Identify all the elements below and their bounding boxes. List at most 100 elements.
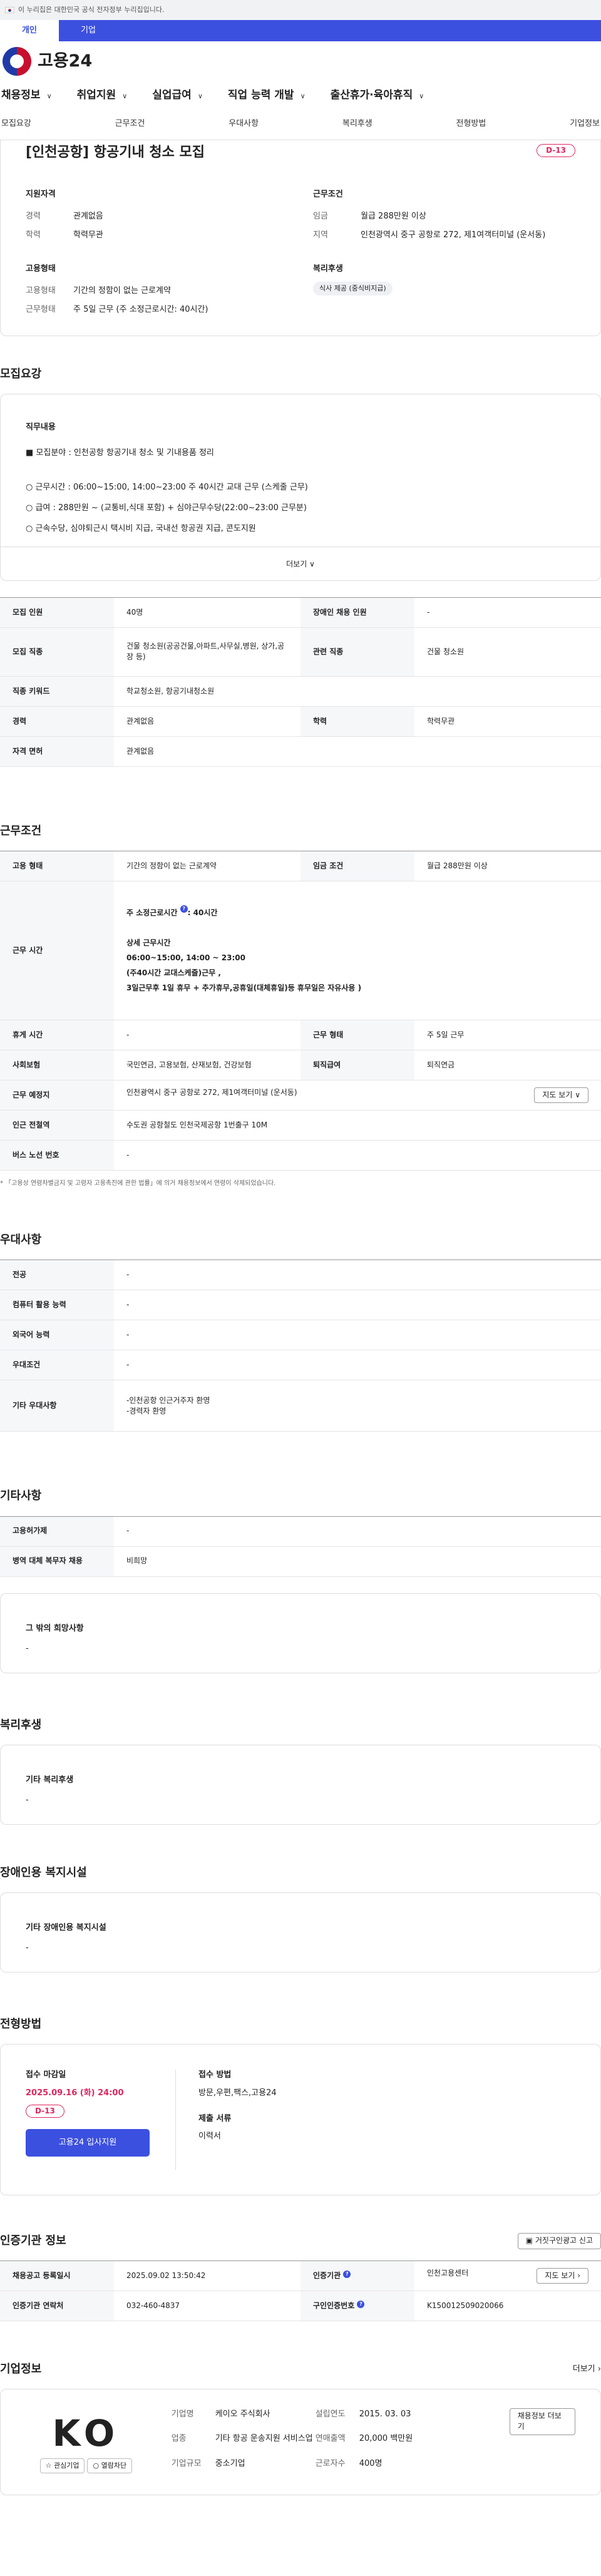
anchor-recruit[interactable]: 모집요강 (1, 118, 31, 130)
table-row: 인증기관 연락처 032-460-4837 구인인증번호 ? K15001250902… (0, 2291, 601, 2321)
value: 월급 288만원 이상 (361, 211, 426, 221)
info-icon[interactable]: ? (180, 905, 188, 913)
duty-line: ○ 급여 : 288만원 ~ (교통비,식대 포함) + 심야근무수당(22:0… (26, 503, 307, 513)
cond-heading: 근무조건 (313, 190, 343, 199)
company-box: KO ☆ 관심기업 ○ 열람차단 기업명 케이오 주식회사 설립연도 2015. 03.… (0, 2389, 601, 2496)
welfare-heading: 복리후생 (0, 1718, 42, 1732)
label: 경력 (26, 211, 41, 221)
etc-heading: 기타사항 (0, 1489, 42, 1503)
pref-heading: 우대사항 (0, 1233, 42, 1247)
block-button[interactable]: ○ 열람차단 (87, 2458, 133, 2473)
block-icon: ○ (93, 2461, 100, 2470)
table-row: 외국어 능력 - (0, 1320, 601, 1351)
nav-benefit[interactable]: 실업급여 ∨ (152, 88, 203, 103)
fav-button[interactable]: ☆ 관심기업 (39, 2458, 85, 2473)
disab-box: 기타 장애인용 복지시설 - (0, 1892, 601, 1973)
dday-badge: D-13 (537, 144, 575, 158)
summary-card: [인천공항] 항공기내 청소 모집 D-13 지원자격 경력 관계없음 학력 학력무… (0, 140, 601, 336)
anchor-company[interactable]: 기업정보 (570, 118, 600, 130)
anchor-welfare[interactable]: 복리후생 (342, 118, 372, 130)
company-more-link[interactable]: 더보기 › (573, 2364, 601, 2376)
table-row: 채용공고 등록일시 2025.09.02 13:50:42 인증기관 ? 인천고용센터… (0, 2260, 601, 2291)
apply-button[interactable]: 고용24 입사지원 (26, 2128, 150, 2157)
page-title: [인천공항] 항공기내 청소 모집 (26, 145, 205, 160)
nav-training[interactable]: 직업 능력 개발 ∨ (228, 88, 306, 103)
table-row: 컴퓨터 활용 능력 - (0, 1290, 601, 1321)
label: 근무형태 (26, 304, 56, 314)
emp-heading: 고용형태 (26, 264, 56, 274)
table-row: 휴게 시간 - 근무 형태 주 5일 근무 (0, 1020, 601, 1050)
nav-support[interactable]: 취업지원 ∨ (77, 88, 128, 103)
flag-icon (5, 7, 14, 13)
table-row: 우대조건 - (0, 1350, 601, 1381)
value: 기간의 정함이 없는 근로계약 (73, 285, 171, 295)
table-row: 버스 노선 번호 - (0, 1140, 601, 1171)
table-row: 자격 면허 관계없음 (0, 736, 601, 767)
table-row: 모집 직종 건물 청소원(공공건물,아파트,사무실,병원, 상가,공장 등) 관련 … (0, 627, 601, 677)
company-recruit-button[interactable]: 채용정보 더보기 (509, 2408, 575, 2435)
anchor-work[interactable]: 근무조건 (115, 118, 145, 130)
recruit-heading: 모집요강 (0, 367, 42, 381)
tab-personal[interactable]: 개인 (0, 20, 59, 41)
star-icon: ☆ (45, 2461, 52, 2470)
disab-heading: 장애인용 복지시설 (0, 1865, 87, 1879)
report-button[interactable]: ▣ 거짓구인광고 신고 (517, 2233, 601, 2249)
info-icon[interactable]: ? (343, 2270, 351, 2278)
deadline-value: 2025.09.16 (화) 24:00 (26, 2088, 124, 2098)
anchor-pref[interactable]: 우대사항 (229, 118, 259, 130)
table-row: 모집 인원 40명 장애인 채용 인원 - (0, 597, 601, 628)
table-row: 근무 시간 주 소정근로시간 ?: 40시간 상세 근무시간 06:00~15:0… (0, 881, 601, 1020)
building-icon: ▣ (525, 2236, 533, 2245)
more-button[interactable]: 더보기 ∨ (1, 546, 600, 580)
anchor-screen[interactable]: 전형방법 (456, 118, 486, 130)
gov-banner-text: 이 누리집은 대한민국 공식 전자정부 누리집입니다. (18, 6, 165, 14)
company-logo: KO (52, 2412, 120, 2455)
chevron-down-icon: ∨ (419, 91, 424, 100)
gov-banner: 이 누리집은 대한민국 공식 전자정부 누리집입니다. (0, 0, 601, 20)
work-table: 고용 형태 기간의 정함이 없는 근로계약 임금 조건 월급 288만원 이상 근무 … (0, 850, 601, 1171)
label: 지역 (313, 230, 328, 240)
map-button[interactable]: 지도 보기 ∨ (534, 1087, 588, 1104)
etc-table: 고용허가제 - 병역 대체 복무자 채용 비희망 (0, 1516, 601, 1577)
table-row: 고용 형태 기간의 정함이 없는 근로계약 임금 조건 월급 288만원 이상 (0, 851, 601, 881)
header: 고용24 (0, 41, 601, 81)
pref-table: 전공 - 컴퓨터 활용 능력 - 외국어 능력 - 우대조건 - 기타 우대사항 -인천공… (0, 1260, 601, 1432)
chevron-down-icon: ∨ (575, 1090, 580, 1099)
label: 학력 (26, 230, 41, 240)
table-row: 경력 관계없음 학력 학력무관 (0, 706, 601, 737)
chevron-down-icon: ∨ (309, 559, 315, 568)
table-row: 근무 예정지 인천광역시 중구 공항로 272, 제1여객터미널 (운서동) 지도 … (0, 1080, 601, 1111)
duty-line: ■ 모집분야 : 인천공항 항공기내 청소 및 기내용품 정리 (26, 448, 214, 458)
value: 관계없음 (73, 211, 103, 221)
logo-text[interactable]: 고용24 (38, 49, 92, 73)
cert-table: 채용공고 등록일시 2025.09.02 13:50:42 인증기관 ? 인천고용센터… (0, 2260, 601, 2321)
nav-leave[interactable]: 출산휴가·육아휴직 ∨ (331, 88, 424, 103)
deadline-heading: 접수 마감일 (26, 2070, 66, 2080)
table-row: 전공 - (0, 1260, 601, 1291)
nav-jobs[interactable]: 채용정보 ∨ (1, 88, 52, 103)
tab-company[interactable]: 기업 (59, 20, 118, 41)
table-row: 고용허가제 - (0, 1516, 601, 1547)
anchor-nav: 모집요강 근무조건 우대사항 복리후생 전형방법 기업정보 (0, 109, 601, 140)
table-row: 인근 전철역 수도권 공항철도 인천국제공항 1번출구 10M (0, 1110, 601, 1141)
user-tabs: 개인 기업 (0, 20, 601, 41)
value: 주 5일 근무 (주 소정근로시간: 40시간) (73, 304, 208, 314)
cert-heading: 인증기관 정보 (0, 2234, 66, 2247)
docs-heading: 제출 서류 (198, 2113, 232, 2123)
table-row: 사회보험 국민연금, 고용보험, 산재보험, 건강보험 퇴직급여 퇴직연금 (0, 1050, 601, 1080)
duty-line: ○ 근무시간 : 06:00~15:00, 14:00~23:00 주 40시간… (26, 482, 308, 492)
method-value: 방문,우편,팩스,고용24 (198, 2088, 277, 2098)
qual-heading: 지원자격 (26, 190, 56, 199)
recruit-table: 모집 인원 40명 장애인 채용 인원 - 모집 직종 건물 청소원(공공건물,아파트,… (0, 597, 601, 767)
screen-box: 접수 마감일 2025.09.16 (화) 24:00 D-13 고용24 입사… (0, 2043, 601, 2195)
docs-value: 이력서 (198, 2132, 221, 2142)
hope-box: 그 밖의 희망사항 - (0, 1593, 601, 1673)
info-icon[interactable]: ? (357, 2300, 365, 2308)
work-heading: 근무조건 (0, 824, 42, 838)
cert-map-button[interactable]: 지도 보기 › (537, 2267, 588, 2284)
value: 인천광역시 중구 공항로 272, 제1여객터미널 (운서동) (361, 230, 546, 240)
chevron-down-icon: ∨ (122, 91, 128, 100)
logo-icon[interactable] (3, 47, 31, 76)
screen-heading: 전형방법 (0, 2017, 42, 2031)
label: 임금 (313, 211, 328, 221)
